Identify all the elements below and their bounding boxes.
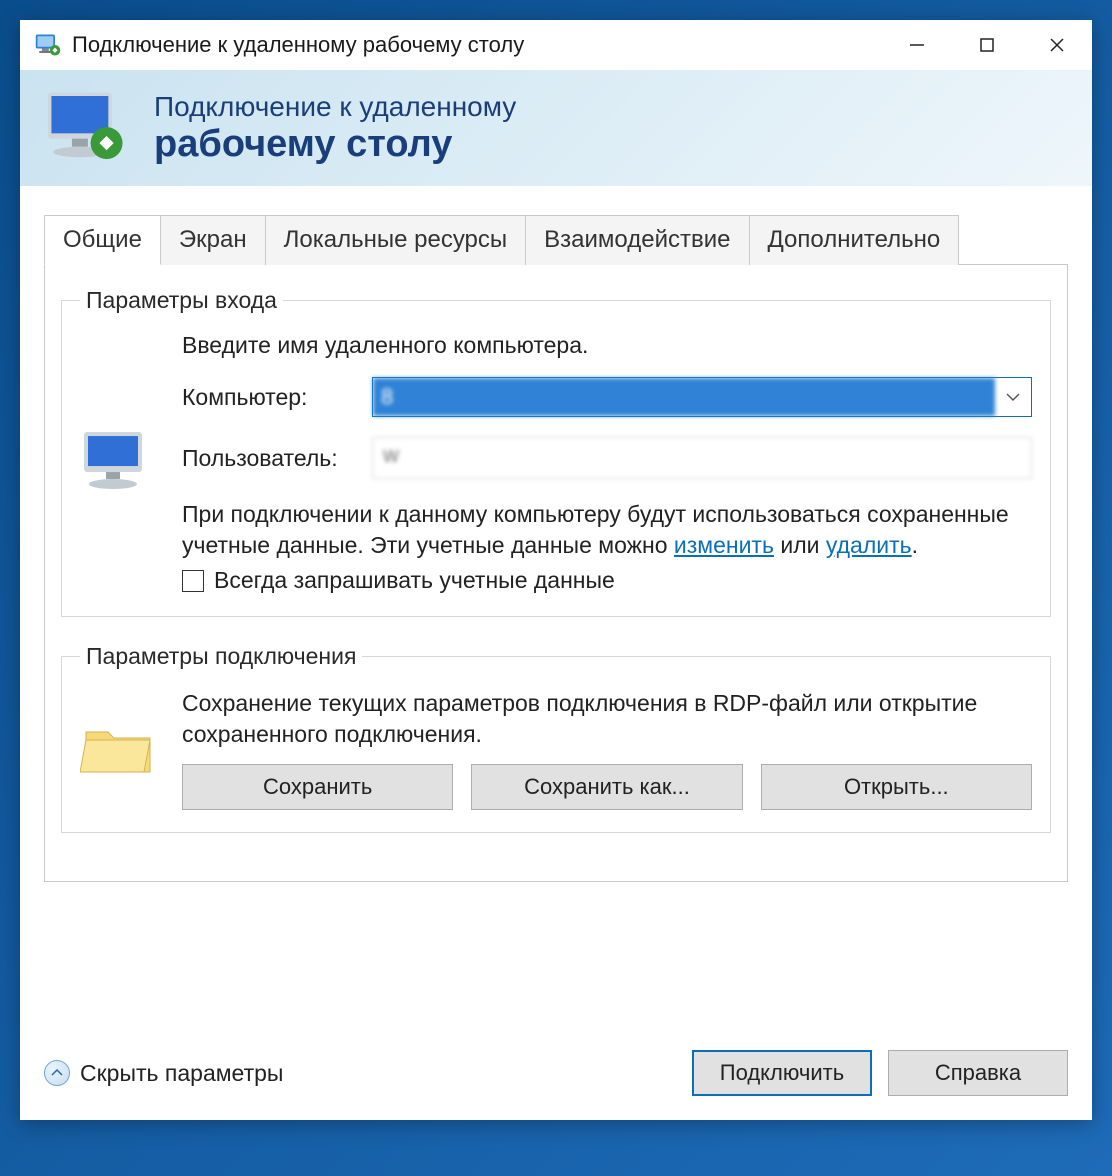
window-controls	[882, 20, 1092, 70]
maximize-button[interactable]	[952, 20, 1022, 70]
banner: Подключение к удаленному рабочему столу	[20, 70, 1092, 186]
always-prompt-checkbox[interactable]	[182, 570, 204, 592]
connection-desc: Сохранение текущих параметров подключени…	[182, 688, 1032, 750]
tab-advanced[interactable]: Дополнительно	[749, 215, 960, 265]
login-group: Параметры входа Введите имя удаленного к…	[61, 287, 1051, 617]
tab-display[interactable]: Экран	[160, 215, 266, 265]
computer-value: 8	[373, 378, 995, 416]
user-label: Пользователь:	[182, 445, 372, 472]
link-change-credentials[interactable]: изменить	[674, 532, 774, 558]
tab-panel-general: Параметры входа Введите имя удаленного к…	[44, 265, 1068, 882]
banner-line1: Подключение к удаленному	[154, 91, 516, 123]
tabstrip: Общие Экран Локальные ресурсы Взаимодейс…	[44, 214, 1068, 265]
link-delete-credentials[interactable]: удалить	[826, 532, 912, 558]
chevron-down-icon[interactable]	[995, 392, 1031, 402]
computer-combobox[interactable]: 8	[372, 377, 1032, 417]
tab-experience[interactable]: Взаимодействие	[525, 215, 749, 265]
hide-options-toggle[interactable]: Скрыть параметры	[44, 1060, 283, 1087]
folder-icon	[80, 688, 160, 810]
footer: Скрыть параметры Подключить Справка	[20, 1036, 1092, 1120]
banner-line2: рабочему столу	[154, 123, 516, 166]
banner-text: Подключение к удаленному рабочему столу	[154, 91, 516, 166]
save-as-button[interactable]: Сохранить как...	[471, 764, 742, 810]
titlebar: Подключение к удаленному рабочему столу	[20, 20, 1092, 70]
help-button[interactable]: Справка	[888, 1050, 1068, 1096]
always-prompt-label: Всегда запрашивать учетные данные	[214, 567, 615, 594]
app-icon	[34, 31, 62, 59]
minimize-button[interactable]	[882, 20, 952, 70]
connect-button[interactable]: Подключить	[692, 1050, 872, 1096]
connection-group: Параметры подключения Сохранение текущих…	[61, 643, 1051, 833]
close-button[interactable]	[1022, 20, 1092, 70]
connection-legend: Параметры подключения	[80, 643, 362, 670]
user-field[interactable]: w	[372, 437, 1032, 479]
hide-options-label: Скрыть параметры	[80, 1060, 283, 1087]
open-button[interactable]: Открыть...	[761, 764, 1032, 810]
login-legend: Параметры входа	[80, 287, 283, 314]
credentials-note: При подключении к данному компьютеру буд…	[182, 499, 1032, 561]
window-title: Подключение к удаленному рабочему столу	[72, 32, 882, 58]
rdp-dialog: Подключение к удаленному рабочему столу …	[20, 20, 1092, 1120]
login-monitor-icon	[80, 332, 160, 594]
chevron-up-icon	[44, 1060, 70, 1086]
login-intro: Введите имя удаленного компьютера.	[182, 332, 1032, 359]
tab-local-resources[interactable]: Локальные ресурсы	[265, 215, 527, 265]
content-area: Общие Экран Локальные ресурсы Взаимодейс…	[20, 186, 1092, 1036]
computer-label: Компьютер:	[182, 384, 372, 411]
banner-monitor-icon	[42, 88, 132, 168]
save-button[interactable]: Сохранить	[182, 764, 453, 810]
tab-general[interactable]: Общие	[44, 215, 161, 265]
